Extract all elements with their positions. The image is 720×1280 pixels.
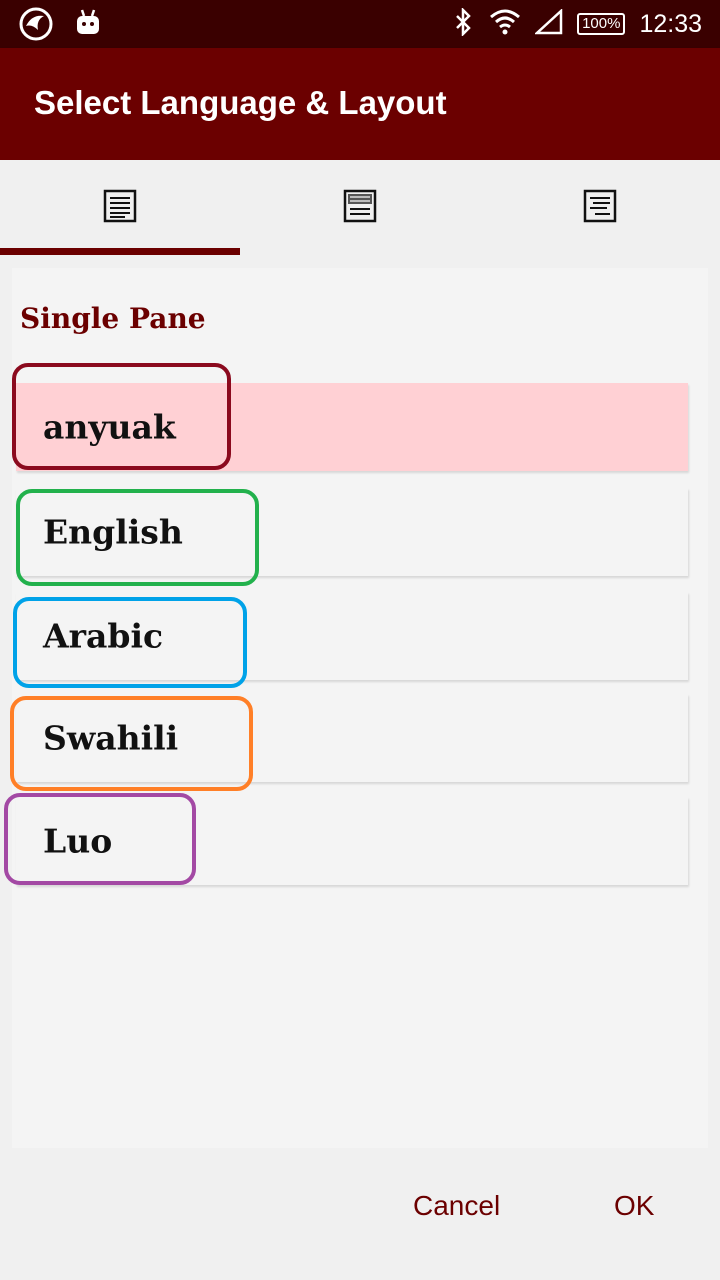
tab-interlinear[interactable] — [480, 160, 720, 256]
layout-tabs — [0, 160, 720, 256]
status-bar: 100% 12:33 — [0, 0, 720, 48]
list-item-label: Swahili — [43, 718, 179, 758]
interlinear-icon — [583, 189, 617, 228]
list-item-label: Arabic — [43, 616, 164, 656]
two-pane-icon — [343, 189, 377, 228]
page-title: Select Language & Layout — [34, 84, 447, 121]
list-item-swahili[interactable]: Swahili — [16, 694, 688, 782]
list-item-luo[interactable]: Luo — [16, 797, 688, 885]
phoenix-app-icon — [18, 6, 54, 47]
dialog-footer: Cancel OK — [0, 1160, 720, 1260]
bluetooth-icon — [453, 6, 475, 41]
tab-single-pane[interactable] — [0, 160, 240, 256]
ok-button[interactable]: OK — [614, 1190, 654, 1222]
cell-signal-icon — [533, 7, 563, 40]
single-pane-icon — [103, 189, 137, 228]
list-item-anyuak[interactable]: anyuak — [16, 383, 688, 471]
cancel-button[interactable]: Cancel — [413, 1190, 500, 1222]
list-item-label: English — [43, 512, 183, 552]
tab-indicator — [0, 248, 240, 255]
list-item-arabic[interactable]: Arabic — [16, 592, 688, 680]
language-panel: Single Pane anyuak English Arabic Swahil… — [12, 268, 708, 1148]
list-item-label: anyuak — [43, 407, 176, 447]
list-item-english[interactable]: English — [16, 488, 688, 576]
app-bar: Select Language & Layout — [0, 48, 720, 160]
section-title: Single Pane — [20, 302, 206, 335]
status-time: 12:33 — [639, 9, 702, 38]
list-item-label: Luo — [43, 821, 113, 861]
tab-two-pane[interactable] — [240, 160, 480, 256]
battery-icon: 100% — [577, 13, 626, 35]
android-icon — [74, 6, 102, 47]
wifi-icon — [489, 9, 521, 40]
